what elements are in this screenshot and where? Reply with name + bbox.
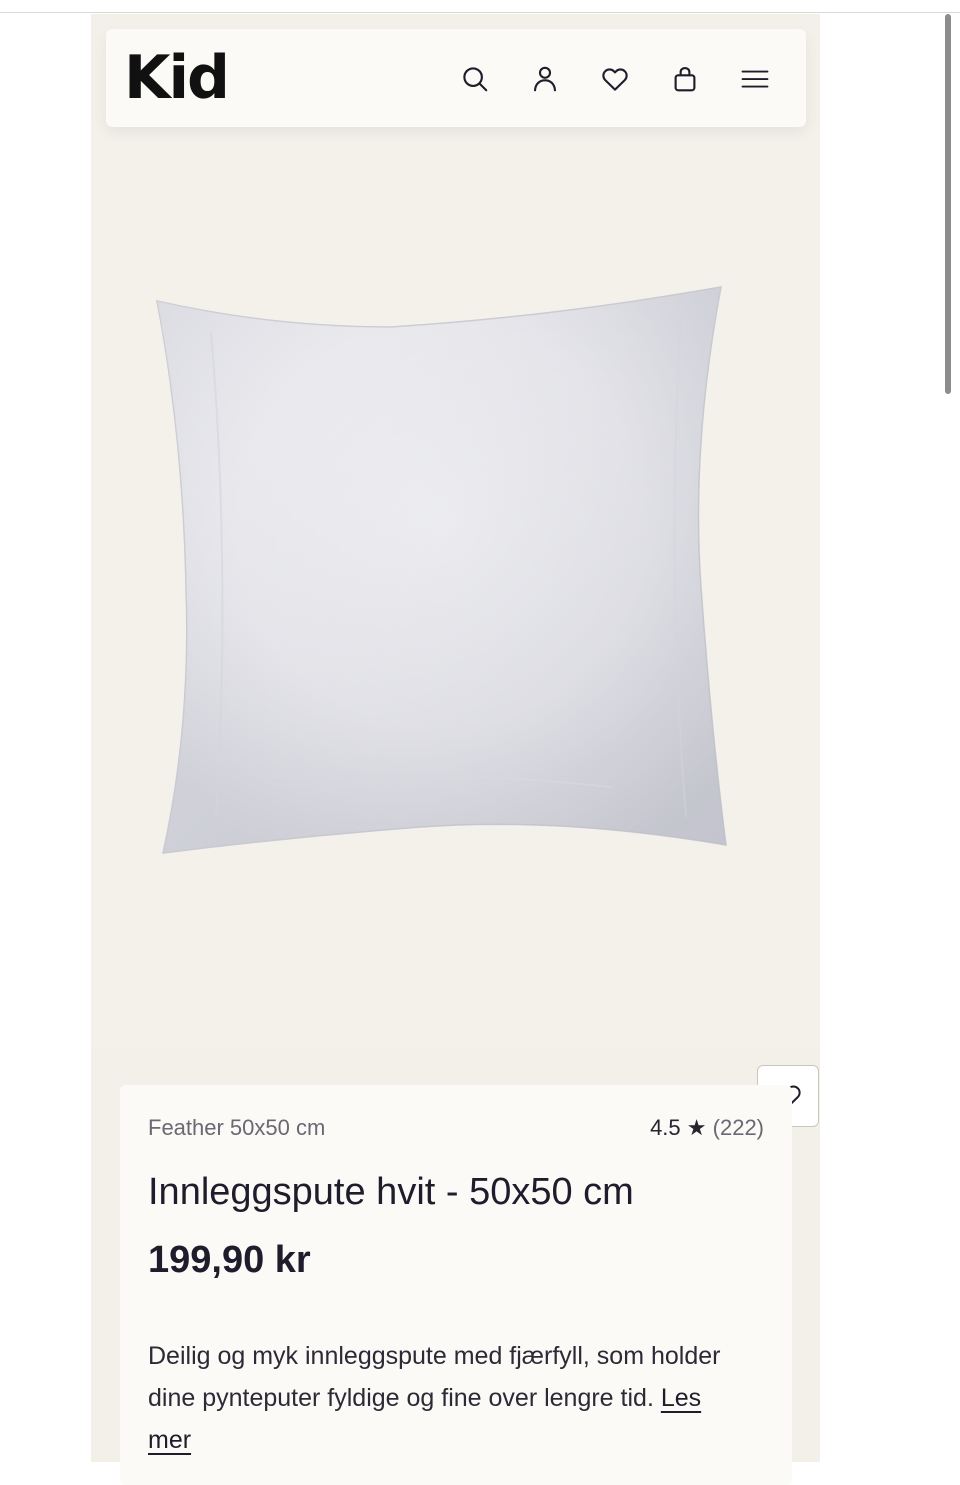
- menu-button[interactable]: [738, 62, 772, 96]
- star-icon: ★: [686, 1115, 707, 1140]
- product-info-card: Feather 50x50 cm 4.5 ★ (222) Innleggsput…: [120, 1085, 792, 1485]
- pillow-image: [156, 286, 727, 854]
- product-variant: Feather 50x50 cm: [148, 1115, 326, 1140]
- wishlist-button[interactable]: [598, 62, 632, 96]
- product-page: Kid Feather 50x50 cm 4.5 ★ (222) Innlegg…: [91, 14, 820, 1485]
- product-image[interactable]: [91, 127, 820, 1127]
- product-rating[interactable]: 4.5 ★ (222): [650, 1115, 764, 1141]
- account-button[interactable]: [528, 62, 562, 96]
- site-header: Kid: [106, 29, 806, 127]
- browser-divider: [0, 12, 960, 13]
- cart-icon: [674, 66, 696, 92]
- scrollbar-thumb[interactable]: [945, 14, 951, 394]
- description-text: Deilig og myk innleggspute med fjærfyll,…: [148, 1342, 721, 1412]
- search-icon: [463, 67, 488, 92]
- product-title: Innleggspute hvit - 50x50 cm: [148, 1171, 634, 1213]
- menu-icon: [741, 70, 769, 88]
- account-icon: [533, 66, 557, 92]
- cart-button[interactable]: [668, 62, 702, 96]
- product-description: Deilig og myk innleggspute med fjærfyll,…: [148, 1335, 748, 1461]
- search-button[interactable]: [458, 62, 492, 96]
- review-count: (222): [712, 1115, 764, 1140]
- wishlist-icon: [602, 68, 628, 91]
- rating-score: 4.5: [650, 1115, 681, 1140]
- kid-logo[interactable]: Kid: [124, 43, 230, 113]
- product-price: 199,90 kr: [148, 1239, 311, 1281]
